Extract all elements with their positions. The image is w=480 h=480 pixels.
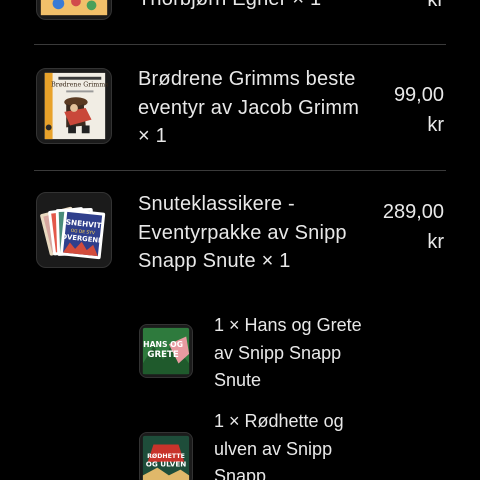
book-cover-image: RØDHETTE OG ULVEN — [142, 435, 190, 480]
item-title: Thorbjørn Egner × 1 — [138, 0, 358, 14]
book-cover-image: HANS OG GRETE — [142, 327, 190, 375]
item-title: Brødrene Grimms beste eventyr av Jacob G… — [138, 68, 360, 147]
divider — [34, 44, 446, 45]
cover-text: OG ULVEN — [146, 460, 187, 469]
bundle-item-title: 1 × Hans og Grete av Snipp Snapp Snute — [214, 315, 362, 390]
product-thumbnail[interactable] — [36, 0, 112, 20]
currency-label: kr — [427, 114, 444, 136]
currency-label: kr — [427, 231, 444, 253]
product-thumbnail[interactable]: Brødrene Grimms — [36, 68, 112, 144]
order-summary: Thorbjørn Egner × 1 kr Brødrene Grimms B… — [0, 0, 480, 480]
divider — [34, 170, 446, 171]
cover-text: GRETE — [147, 350, 179, 360]
item-price: kr — [354, 0, 444, 15]
item-price: 99,00 kr — [354, 80, 444, 140]
bundle-item-thumbnail[interactable]: HANS OG GRETE — [139, 324, 193, 378]
cover-text: Brødrene Grimms — [51, 82, 108, 89]
bundle-item-title: 1 × Rødhette og ulven av Snipp Snapp — [214, 411, 344, 480]
currency-label: kr — [427, 0, 444, 11]
product-thumbnail[interactable]: SNEHVIT OG DE SYV DVERGENE — [36, 192, 112, 268]
cover-text: HANS OG — [143, 340, 183, 349]
price-value: 289,00 — [382, 201, 444, 223]
book-cover-image — [40, 0, 108, 16]
item-title: Snuteklassikere - Eventyrpakke av Snipp … — [138, 193, 347, 272]
item-price: 289,00 kr — [354, 197, 444, 257]
book-cover-image: Brødrene Grimms — [44, 72, 109, 140]
price-value: 99,00 — [393, 84, 444, 106]
bundle-item-thumbnail[interactable]: RØDHETTE OG ULVEN — [139, 432, 193, 480]
book-bundle-image: SNEHVIT OG DE SYV DVERGENE — [40, 206, 106, 260]
